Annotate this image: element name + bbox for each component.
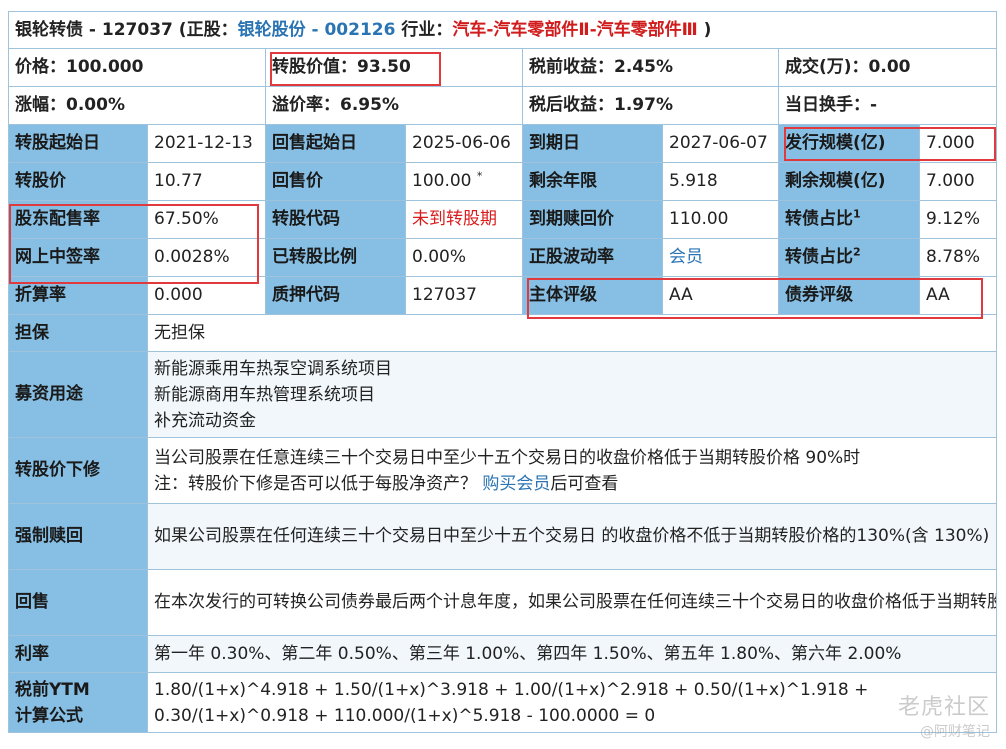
value-putback: 在本次发行的可转换公司债券最后两个计息年度，如果公司股票在任何连续三十个交易日的… bbox=[146, 569, 998, 636]
detail-row-funds: 募资用途 新能源乘用车热泵空调系统项目 新能源商用车热管理系统项目 补充流动资金 bbox=[8, 351, 998, 438]
summary-turnover: 当日换手：- bbox=[777, 86, 998, 125]
label-bond-ratio-1: 转债占比1 bbox=[778, 200, 920, 239]
summary-change: 涨幅：0.00% bbox=[8, 86, 266, 125]
value-shareholder-allotment: 67.50% bbox=[147, 200, 266, 239]
value-guarantee: 无担保 bbox=[146, 314, 998, 352]
watermark: 老虎社区 @阿财笔记 bbox=[898, 689, 990, 741]
value-issuer-rating: AA bbox=[662, 276, 779, 315]
detail-row-ytm: 税前YTM 计算公式 1.80/(1+x)^4.918 + 1.50/(1+x)… bbox=[8, 672, 998, 733]
detail-row-putback: 回售 在本次发行的可转换公司债券最后两个计息年度，如果公司股票在任何连续三十个交… bbox=[8, 569, 998, 636]
funds-item: 新能源乘用车热泵空调系统项目 bbox=[154, 358, 392, 379]
industry-link[interactable]: 汽车-汽车零部件Ⅱ-汽车零部件Ⅲ bbox=[452, 20, 697, 40]
label-price-revision: 转股价下修 bbox=[8, 437, 148, 504]
value-conversion-price: 10.77 bbox=[147, 162, 266, 201]
buy-membership-link[interactable]: 购买会员 bbox=[482, 474, 550, 494]
label-remaining-size: 剩余规模(亿) bbox=[778, 162, 920, 201]
value-conversion-start: 2021-12-13 bbox=[147, 124, 266, 163]
label-forced-redemption: 强制赎回 bbox=[8, 503, 148, 570]
label-maturity-date: 到期日 bbox=[522, 124, 663, 163]
label-funds-usage: 募资用途 bbox=[8, 351, 148, 438]
watermark-main: 老虎社区 bbox=[897, 695, 990, 720]
label-conversion-price: 转股价 bbox=[8, 162, 148, 201]
value-stock-volatility-member-link[interactable]: 会员 bbox=[662, 238, 779, 277]
label-guarantee: 担保 bbox=[8, 314, 148, 352]
funds-item: 补充流动资金 bbox=[154, 410, 256, 431]
label-putback: 回售 bbox=[8, 569, 148, 636]
detail-row-interest: 利率 第一年 0.30%、第二年 0.50%、第三年 1.00%、第四年 1.5… bbox=[8, 635, 998, 673]
value-bond-ratio-2: 8.78% bbox=[918, 238, 998, 277]
value-issue-size: 7.000 bbox=[918, 124, 998, 163]
label-putback-start: 回售起始日 bbox=[265, 124, 406, 163]
value-conversion-code: 未到转股期 bbox=[405, 200, 523, 239]
label-bond-ratio-2: 转债占比2 bbox=[778, 238, 920, 277]
value-interest-rate: 第一年 0.30%、第二年 0.50%、第三年 1.00%、第四年 1.50%、… bbox=[146, 635, 998, 673]
summary-row: 价格：100.000 转股价值：93.50 税前收益：2.45% 成交(万)：0… bbox=[8, 48, 998, 87]
detail-row-forced-redemption: 强制赎回 如果公司股票在任何连续三十个交易日中至少十五个交易日 的收盘价格不低于… bbox=[8, 503, 998, 570]
summary-aftertax-yield: 税后收益：1.97% bbox=[522, 86, 779, 125]
value-redemption-price: 110.00 bbox=[662, 200, 779, 239]
label-redemption-price: 到期赎回价 bbox=[522, 200, 663, 239]
summary-volume: 成交(万)：0.00 bbox=[777, 48, 998, 87]
grid-row: 折算率 0.000 质押代码 127037 主体评级 AA 债券评级 AA bbox=[8, 276, 998, 315]
value-bond-ratio-1: 9.12% bbox=[918, 200, 998, 239]
price-revision-note: 注：转股价下修是否可以低于每股净资产？ 购买会员后可查看 bbox=[154, 473, 619, 494]
value-ytm-formula: 1.80/(1+x)^4.918 + 1.50/(1+x)^3.918 + 1.… bbox=[146, 672, 998, 733]
detail-row-price-revision: 转股价下修 当公司股票在任意连续三十个交易日中至少十五个交易日的收盘价格低于当期… bbox=[8, 437, 998, 504]
label-converted-ratio: 已转股比例 bbox=[265, 238, 406, 277]
value-bond-rating: AA bbox=[918, 276, 998, 315]
summary-price: 价格：100.000 bbox=[8, 48, 266, 87]
label-shareholder-allotment: 股东配售率 bbox=[8, 200, 148, 239]
label-conversion-code: 转股代码 bbox=[265, 200, 406, 239]
bond-name-code: 银轮转债 - 127037 bbox=[15, 19, 173, 40]
summary-row: 涨幅：0.00% 溢价率：6.95% 税后收益：1.97% 当日换手：- bbox=[8, 86, 998, 125]
value-remaining-size: 7.000 bbox=[918, 162, 998, 201]
stock-link[interactable]: 银轮股份 - 002126 bbox=[238, 20, 396, 40]
label-interest-rate: 利率 bbox=[8, 635, 148, 673]
grid-row: 转股起始日 2021-12-13 回售起始日 2025-06-06 到期日 20… bbox=[8, 124, 998, 163]
value-price-revision: 当公司股票在任意连续三十个交易日中至少十五个交易日的收盘价格低于当期转股价格 9… bbox=[146, 437, 998, 504]
summary-pretax-yield: 税前收益：2.45% bbox=[522, 48, 779, 87]
value-maturity-date: 2027-06-07 bbox=[662, 124, 779, 163]
label-online-lottery-rate: 网上中签率 bbox=[8, 238, 148, 277]
value-online-lottery-rate: 0.0028% bbox=[147, 238, 266, 277]
value-putback-start: 2025-06-06 bbox=[405, 124, 523, 163]
bond-info-table: 银轮转债 - 127037 (正股：银轮股份 - 002126 行业：汽车-汽车… bbox=[7, 11, 998, 733]
grid-row: 股东配售率 67.50% 转股代码 未到转股期 到期赎回价 110.00 转债占… bbox=[8, 200, 998, 239]
label-issuer-rating: 主体评级 bbox=[522, 276, 663, 315]
bond-header: 银轮转债 - 127037 (正股：银轮股份 - 002126 行业：汽车-汽车… bbox=[7, 11, 998, 49]
funds-item: 新能源商用车热管理系统项目 bbox=[154, 384, 375, 405]
label-issue-size: 发行规模(亿) bbox=[778, 124, 920, 163]
summary-premium: 溢价率：6.95% bbox=[265, 86, 523, 125]
detail-row-guarantee: 担保 无担保 bbox=[8, 314, 998, 352]
value-remaining-years: 5.918 bbox=[662, 162, 779, 201]
label-stock-volatility: 正股波动率 bbox=[522, 238, 663, 277]
value-pledge-code: 127037 bbox=[405, 276, 523, 315]
value-converted-ratio: 0.00% bbox=[405, 238, 523, 277]
value-forced-redemption: 如果公司股票在任何连续三十个交易日中至少十五个交易日 的收盘价格不低于当期转股价… bbox=[146, 503, 998, 570]
label-pledge-code: 质押代码 bbox=[265, 276, 406, 315]
label-putback-price: 回售价 bbox=[265, 162, 406, 201]
watermark-sub: @阿财笔记 bbox=[920, 724, 990, 740]
summary-conversion-value: 转股价值：93.50 bbox=[265, 48, 523, 87]
label-remaining-years: 剩余年限 bbox=[522, 162, 663, 201]
value-funds-usage: 新能源乘用车热泵空调系统项目 新能源商用车热管理系统项目 补充流动资金 bbox=[146, 351, 998, 438]
label-bond-rating: 债券评级 bbox=[778, 276, 920, 315]
label-conversion-rate: 折算率 bbox=[8, 276, 148, 315]
grid-row: 网上中签率 0.0028% 已转股比例 0.00% 正股波动率 会员 转债占比2… bbox=[8, 238, 998, 277]
label-conversion-start: 转股起始日 bbox=[8, 124, 148, 163]
value-conversion-rate: 0.000 bbox=[147, 276, 266, 315]
asterisk-mark: * bbox=[476, 169, 483, 183]
label-ytm-formula: 税前YTM 计算公式 bbox=[8, 672, 148, 733]
grid-row: 转股价 10.77 回售价 100.00 * 剩余年限 5.918 剩余规模(亿… bbox=[8, 162, 998, 201]
value-putback-price: 100.00 * bbox=[405, 162, 523, 201]
